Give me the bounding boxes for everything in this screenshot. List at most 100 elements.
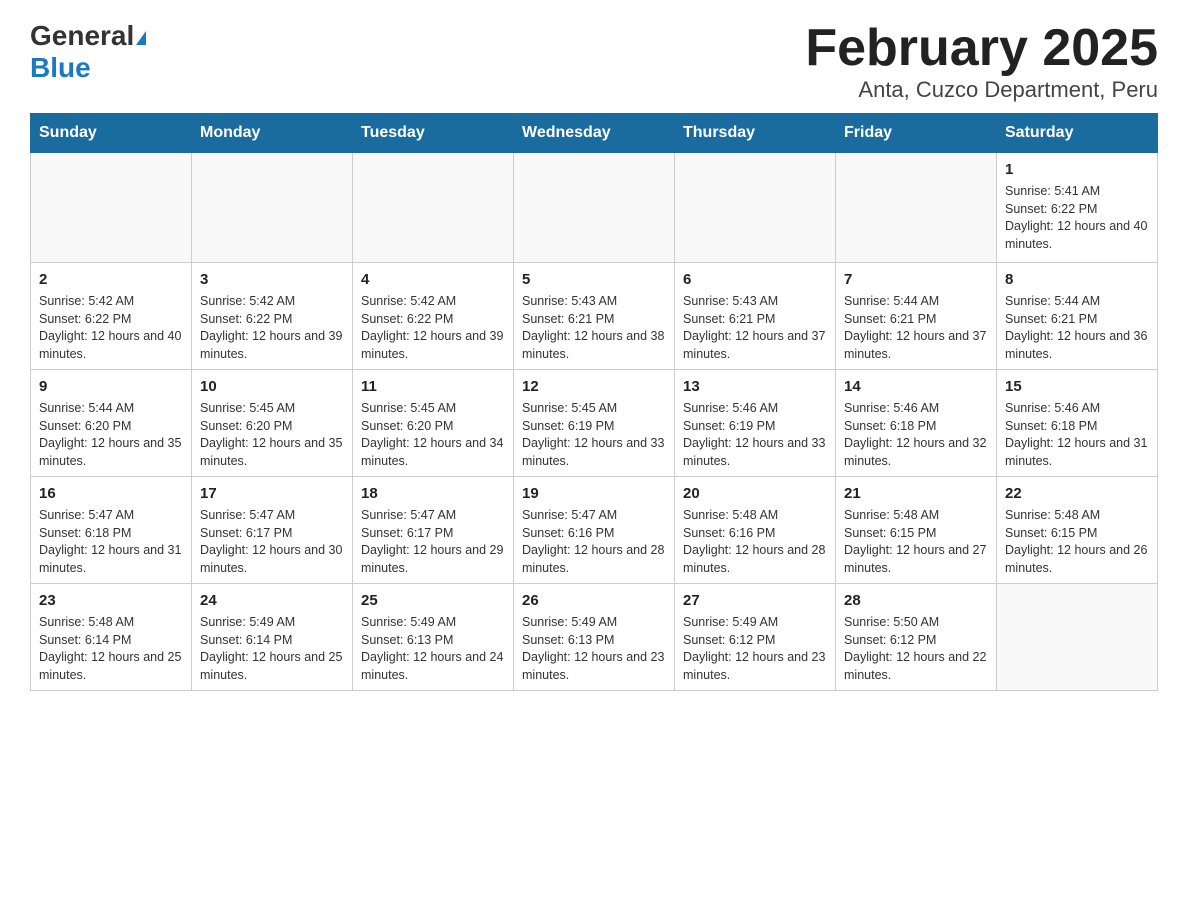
day-info-line: Daylight: 12 hours and 22 minutes.	[844, 649, 988, 684]
calendar-cell: 27Sunrise: 5:49 AMSunset: 6:12 PMDayligh…	[675, 584, 836, 691]
calendar-cell: 26 Sunrise: 5:49 AMSunset: 6:13 PMDayligh…	[514, 584, 675, 691]
day-info-line: Sunrise: 5:44 AM	[1005, 293, 1149, 311]
day-of-week-header: Friday	[836, 114, 997, 153]
day-info-line: Sunset: 6:21 PM	[522, 311, 666, 329]
day-info-line: Sunset: 6:17 PM	[361, 525, 505, 543]
day-info-line: Sunset: 6:16 PM	[683, 525, 827, 543]
calendar-cell: 10Sunrise: 5:45 AMSunset: 6:20 PMDayligh…	[192, 370, 353, 477]
day-info-line: Sunset: 6:13 PM	[522, 632, 666, 650]
day-of-week-header: Wednesday	[514, 114, 675, 153]
calendar-week-row: 2Sunrise: 5:42 AMSunset: 6:22 PMDaylight…	[31, 263, 1158, 370]
day-info-line: Sunset: 6:14 PM	[39, 632, 183, 650]
calendar-cell: 11Sunrise: 5:45 AMSunset: 6:20 PMDayligh…	[353, 370, 514, 477]
day-info-line: Daylight: 12 hours and 33 minutes.	[683, 435, 827, 470]
day-number: 21	[844, 483, 988, 504]
day-info-line: Sunrise: 5:45 AM	[522, 400, 666, 418]
day-info-line: Daylight: 12 hours and 25 minutes.	[200, 649, 344, 684]
days-of-week-row: SundayMondayTuesdayWednesdayThursdayFrid…	[31, 114, 1158, 153]
day-info-line: Daylight: 12 hours and 25 minutes.	[39, 649, 183, 684]
day-number: 5	[522, 269, 666, 290]
day-info-line: Sunset: 6:18 PM	[1005, 418, 1149, 436]
day-number: 24	[200, 590, 344, 611]
day-info-line: Daylight: 12 hours and 24 minutes.	[361, 649, 505, 684]
day-info-line: Daylight: 12 hours and 23 minutes.	[683, 649, 827, 684]
day-info-line: Daylight: 12 hours and 39 minutes.	[361, 328, 505, 363]
calendar-cell: 9Sunrise: 5:44 AMSunset: 6:20 PMDaylight…	[31, 370, 192, 477]
day-number: 14	[844, 376, 988, 397]
day-info-line: Daylight: 12 hours and 39 minutes.	[200, 328, 344, 363]
day-of-week-header: Saturday	[997, 114, 1158, 153]
day-info-line: Daylight: 12 hours and 38 minutes.	[522, 328, 666, 363]
day-info-line: Daylight: 12 hours and 35 minutes.	[200, 435, 344, 470]
day-number: 26	[522, 590, 666, 611]
day-number: 16	[39, 483, 183, 504]
calendar-cell	[353, 153, 514, 263]
day-info-line: Sunrise: 5:42 AM	[200, 293, 344, 311]
day-info-line: Sunrise: 5:47 AM	[522, 507, 666, 525]
day-number: 23	[39, 590, 183, 611]
calendar-table: SundayMondayTuesdayWednesdayThursdayFrid…	[30, 113, 1158, 691]
calendar-week-row: 1Sunrise: 5:41 AMSunset: 6:22 PMDaylight…	[31, 153, 1158, 263]
day-info-line: Sunrise: 5:45 AM	[200, 400, 344, 418]
day-number: 4	[361, 269, 505, 290]
day-number: 2	[39, 269, 183, 290]
calendar-cell: 16Sunrise: 5:47 AMSunset: 6:18 PMDayligh…	[31, 477, 192, 584]
day-info-line: Daylight: 12 hours and 40 minutes.	[39, 328, 183, 363]
day-info-line: Sunset: 6:15 PM	[1005, 525, 1149, 543]
day-info-line: Sunset: 6:22 PM	[1005, 201, 1149, 219]
day-info-line: Sunset: 6:21 PM	[683, 311, 827, 329]
day-number: 15	[1005, 376, 1149, 397]
calendar-cell	[675, 153, 836, 263]
day-info-line: Daylight: 12 hours and 35 minutes.	[39, 435, 183, 470]
day-info-line: Sunset: 6:12 PM	[844, 632, 988, 650]
day-info-line: Sunrise: 5:46 AM	[683, 400, 827, 418]
calendar-cell: 20Sunrise: 5:48 AMSunset: 6:16 PMDayligh…	[675, 477, 836, 584]
day-info-line: Daylight: 12 hours and 32 minutes.	[844, 435, 988, 470]
day-number: 3	[200, 269, 344, 290]
day-info-line: Sunrise: 5:49 AM	[361, 614, 505, 632]
day-info-line: Sunrise: 5:46 AM	[1005, 400, 1149, 418]
day-number: 19	[522, 483, 666, 504]
day-info-line: Sunset: 6:15 PM	[844, 525, 988, 543]
calendar-cell: 19Sunrise: 5:47 AMSunset: 6:16 PMDayligh…	[514, 477, 675, 584]
day-number: 28	[844, 590, 988, 611]
calendar-cell: 2 Sunrise: 5:42 AMSunset: 6:22 PMDaylight…	[31, 263, 192, 370]
day-number: 11	[361, 376, 505, 397]
day-info-line: Daylight: 12 hours and 34 minutes.	[361, 435, 505, 470]
day-info-line: Sunrise: 5:43 AM	[522, 293, 666, 311]
day-info-line: Sunrise: 5:48 AM	[1005, 507, 1149, 525]
day-of-week-header: Thursday	[675, 114, 836, 153]
calendar-cell: 8Sunrise: 5:44 AMSunset: 6:21 PMDaylight…	[997, 263, 1158, 370]
day-info-line: Sunset: 6:19 PM	[683, 418, 827, 436]
calendar-week-row: 16Sunrise: 5:47 AMSunset: 6:18 PMDayligh…	[31, 477, 1158, 584]
calendar-week-row: 9Sunrise: 5:44 AMSunset: 6:20 PMDaylight…	[31, 370, 1158, 477]
day-info-line: Sunset: 6:12 PM	[683, 632, 827, 650]
day-info-line: Sunrise: 5:47 AM	[200, 507, 344, 525]
day-info-line: Sunset: 6:22 PM	[361, 311, 505, 329]
logo-blue-text: Blue	[30, 52, 146, 84]
day-info-line: Sunrise: 5:48 AM	[683, 507, 827, 525]
day-info-line: Sunset: 6:18 PM	[844, 418, 988, 436]
day-info-line: Sunset: 6:22 PM	[39, 311, 183, 329]
page-header: General Blue February 2025 Anta, Cuzco D…	[30, 20, 1158, 103]
day-info-line: Sunrise: 5:41 AM	[1005, 183, 1149, 201]
day-info-line: Daylight: 12 hours and 23 minutes.	[522, 649, 666, 684]
day-number: 6	[683, 269, 827, 290]
calendar-week-row: 23Sunrise: 5:48 AMSunset: 6:14 PMDayligh…	[31, 584, 1158, 691]
day-number: 18	[361, 483, 505, 504]
day-of-week-header: Tuesday	[353, 114, 514, 153]
day-info-line: Sunrise: 5:48 AM	[39, 614, 183, 632]
day-info-line: Sunset: 6:20 PM	[361, 418, 505, 436]
logo-triangle-icon	[136, 31, 146, 45]
day-number: 8	[1005, 269, 1149, 290]
logo-general-text: General	[30, 20, 134, 51]
calendar-cell	[836, 153, 997, 263]
day-info-line: Sunrise: 5:50 AM	[844, 614, 988, 632]
day-info-line: Sunrise: 5:42 AM	[39, 293, 183, 311]
day-info-line: Sunset: 6:20 PM	[39, 418, 183, 436]
day-number: 25	[361, 590, 505, 611]
day-info-line: Sunrise: 5:49 AM	[522, 614, 666, 632]
day-info-line: Sunset: 6:22 PM	[200, 311, 344, 329]
calendar-cell: 25Sunrise: 5:49 AMSunset: 6:13 PMDayligh…	[353, 584, 514, 691]
day-info-line: Daylight: 12 hours and 40 minutes.	[1005, 218, 1149, 253]
